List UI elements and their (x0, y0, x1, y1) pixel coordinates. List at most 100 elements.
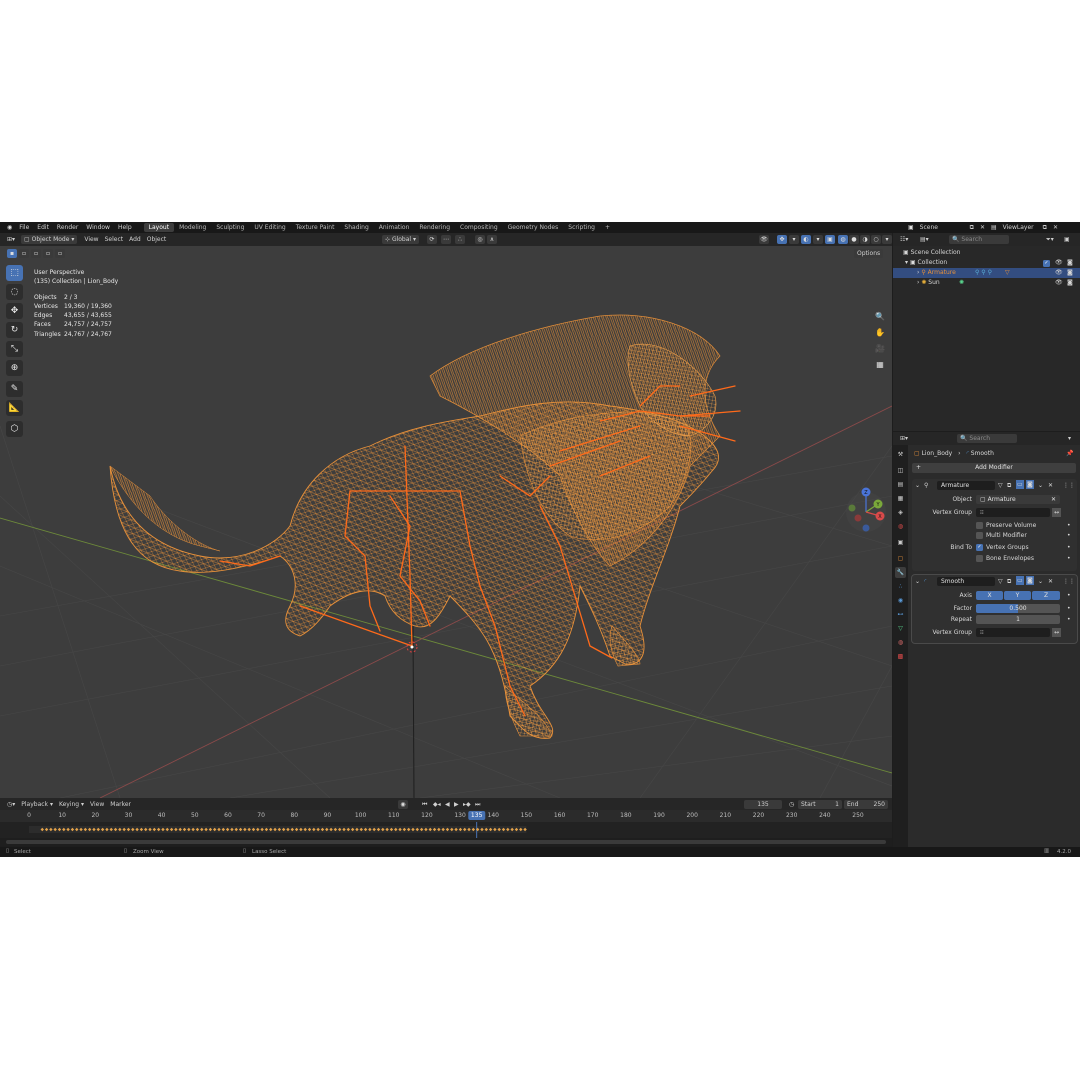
add-workspace-button[interactable]: + (600, 223, 615, 232)
record-icon[interactable]: ◉ (398, 799, 408, 809)
expand-arrow-icon[interactable]: › (917, 269, 919, 276)
rendered-shading-icon[interactable]: ○ (871, 235, 881, 244)
cursor-tool-icon[interactable]: ◌ (6, 284, 23, 300)
tab-compositing[interactable]: Compositing (455, 223, 503, 232)
repeat-field[interactable]: 1 (976, 615, 1060, 624)
collection-render-icon[interactable]: ◙ (1067, 258, 1073, 268)
armature-visibility-icon[interactable]: 👁 (1055, 268, 1063, 278)
keyframe-dot-icon[interactable]: • (1067, 615, 1071, 624)
timeline-scroll-thumb[interactable] (6, 840, 886, 844)
menu-marker[interactable]: Marker (107, 800, 134, 809)
delete-scene-icon[interactable]: ✕ (977, 223, 988, 232)
collapse-arrow-icon[interactable]: ⌄ (915, 577, 920, 586)
keyframe-dot-icon[interactable]: • (1067, 604, 1071, 613)
delete-viewlayer-icon[interactable]: ✕ (1050, 223, 1061, 232)
bone-envelopes-checkbox[interactable]: Bone Envelopes (976, 554, 1034, 563)
properties-search-input[interactable]: 🔍 Search (957, 434, 1017, 443)
world-tab-icon[interactable]: ◍ (895, 521, 906, 532)
edit-mode-toggle-icon[interactable]: ▽ (998, 481, 1003, 490)
expand-arrow-icon[interactable]: › (917, 279, 919, 286)
menu-render[interactable]: Render (53, 224, 82, 231)
transform-orientation[interactable]: ⊹ Global ▾ (382, 235, 419, 244)
output-tab-icon[interactable]: ▤ (895, 479, 906, 490)
keyframe-dot-icon[interactable]: • (1067, 591, 1071, 600)
on-cage-toggle-icon[interactable]: ⧉ (1007, 481, 1011, 490)
timeline-keyframes[interactable] (0, 822, 892, 838)
outliner-editor-icon[interactable]: ☷▾ (897, 235, 911, 244)
new-collection-icon[interactable]: ▣ (1061, 235, 1073, 244)
tab-animation[interactable]: Animation (374, 223, 415, 232)
select-extend-icon[interactable]: ▫ (19, 249, 29, 258)
smooth-vertex-group-field[interactable]: ⁝⁝ (976, 628, 1050, 637)
zoom-icon[interactable]: 🔍 (873, 309, 887, 323)
current-frame-field[interactable]: 135 (744, 799, 782, 809)
scale-tool-icon[interactable]: ⤡ (6, 341, 23, 357)
new-scene-icon[interactable]: ⧉ (967, 223, 977, 232)
material-tab-icon[interactable]: ◍ (895, 637, 906, 648)
outliner-row-collection[interactable]: ▾ ▣ Collection ✓ 👁 ◙ (893, 258, 1080, 268)
select-intersect-icon[interactable]: ▫ (55, 249, 65, 258)
sun-render-icon[interactable]: ◙ (1067, 278, 1073, 288)
menu-add[interactable]: Add (126, 235, 144, 244)
preserve-volume-checkbox[interactable]: Preserve Volume (976, 521, 1036, 530)
overlay-toggle-icon[interactable]: ◐ (801, 235, 811, 244)
falloff-icon[interactable]: ∧ (487, 235, 497, 244)
tab-uv-editing[interactable]: UV Editing (249, 223, 290, 232)
pivot-icon[interactable]: ⟳ (427, 235, 437, 244)
menu-object[interactable]: Object (144, 235, 170, 244)
constraints-tab-icon[interactable]: ⊷ (895, 609, 906, 620)
select-box-tool-icon[interactable]: ⬚ (6, 265, 23, 281)
realtime-toggle-icon[interactable]: ▭ (1016, 480, 1024, 489)
texture-tab-icon[interactable]: ▩ (895, 651, 906, 662)
modifier-menu-icon[interactable]: ⌄ (1038, 481, 1043, 490)
tab-geometry-nodes[interactable]: Geometry Nodes (503, 223, 564, 232)
properties-options-icon[interactable]: ▾ (1065, 434, 1074, 443)
visibility-icon[interactable]: 👁 (759, 235, 769, 244)
move-tool-icon[interactable]: ✥ (6, 303, 23, 319)
clear-object-icon[interactable]: ✕ (1051, 495, 1056, 504)
add-modifier-button[interactable]: + Add Modifier (912, 463, 1076, 473)
view-layer-selector[interactable]: ViewLayer (1000, 223, 1040, 232)
editor-type-icon[interactable]: ⊞▾ (4, 235, 18, 244)
navigation-gizmo[interactable]: Z Y X (846, 487, 886, 533)
rotate-tool-icon[interactable]: ↻ (6, 322, 23, 338)
on-cage-toggle-icon[interactable]: ⧉ (1007, 577, 1011, 586)
tab-scripting[interactable]: Scripting (563, 223, 600, 232)
collection-visibility-icon[interactable]: 👁 (1055, 258, 1063, 268)
collection-tab-icon[interactable]: ▣ (895, 537, 906, 548)
tab-layout[interactable]: Layout (143, 223, 175, 232)
outliner-row-sun[interactable]: › ✺ Sun ✺ 👁 ◙ (893, 278, 1080, 288)
tool-tab-icon[interactable]: ⚒ (895, 449, 906, 460)
menu-select[interactable]: Select (102, 235, 127, 244)
overlay-dropdown-icon[interactable]: ▾ (813, 235, 823, 244)
invert-vertex-group-icon[interactable]: ↔ (1052, 628, 1062, 637)
modifier-tab-icon[interactable]: 🔧 (895, 567, 906, 578)
tab-rendering[interactable]: Rendering (414, 223, 455, 232)
invert-vertex-group-icon[interactable]: ↔ (1052, 508, 1062, 517)
vertex-groups-checkbox[interactable]: ✓ Vertex Groups (976, 543, 1029, 552)
wireframe-shading-icon[interactable]: ◍ (838, 235, 848, 244)
tab-texture-paint[interactable]: Texture Paint (291, 223, 340, 232)
outliner-row-scene-collection[interactable]: ▣ Scene Collection (893, 248, 1080, 258)
transform-tool-icon[interactable]: ⊕ (6, 360, 23, 376)
drag-handle-icon[interactable]: ⋮⋮ (1063, 577, 1075, 586)
jump-start-icon[interactable]: ⏮ (419, 800, 430, 809)
view-layer-tab-icon[interactable]: ▦ (895, 493, 906, 504)
proportional-edit-icon[interactable]: ◎ (475, 235, 485, 244)
expand-arrow-icon[interactable]: ▾ (905, 259, 908, 266)
tab-modeling[interactable]: Modeling (174, 223, 211, 232)
add-cube-tool-icon[interactable]: ⬡ (6, 421, 23, 437)
menu-window[interactable]: Window (82, 224, 114, 231)
sun-visibility-icon[interactable]: 👁 (1055, 278, 1063, 288)
tab-shading[interactable]: Shading (339, 223, 373, 232)
shading-dropdown-icon[interactable]: ▾ (882, 235, 892, 244)
snap-target-icon[interactable]: ∴ (455, 235, 465, 244)
clock-icon[interactable]: ◷ (786, 800, 797, 809)
armature-object-field[interactable]: ▢ Armature ✕ (976, 495, 1060, 504)
camera-view-icon[interactable]: 🎥 (873, 341, 887, 355)
properties-editor-icon[interactable]: ⊞▾ (897, 434, 911, 443)
options-button[interactable]: Options (854, 249, 884, 258)
menu-edit[interactable]: Edit (33, 224, 53, 231)
multi-modifier-checkbox[interactable]: Multi Modifier (976, 531, 1027, 540)
3d-viewport[interactable]: Z Y X Options ▪ ▫ ▫ ▫ ▫ User Perspective… (0, 246, 892, 798)
